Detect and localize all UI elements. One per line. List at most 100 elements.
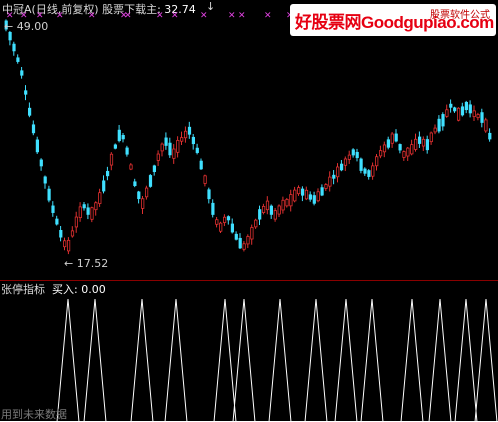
buy-value: 买入: 0.00 bbox=[52, 283, 106, 296]
candle-body-67 bbox=[265, 200, 270, 211]
candle-body-38 bbox=[152, 165, 156, 173]
high-price-value: 49.00 bbox=[16, 20, 49, 33]
signal-marker-icon: ✕ bbox=[56, 11, 64, 21]
candle-body-9 bbox=[39, 159, 43, 167]
high-price-label: ← 49.00 bbox=[4, 20, 49, 33]
candle-body-61 bbox=[242, 243, 246, 250]
low-price-value: 17.52 bbox=[76, 257, 109, 270]
candle-body-28 bbox=[113, 144, 117, 149]
signal-spike-12 bbox=[454, 298, 478, 422]
signal-marker-icon: ✕ bbox=[200, 11, 208, 21]
candle-body-10 bbox=[43, 176, 47, 184]
candle-body-110 bbox=[433, 127, 437, 133]
candle-body-65 bbox=[258, 209, 262, 220]
signal-marker-icon: ✕ bbox=[124, 11, 132, 21]
signal-spike-2 bbox=[130, 298, 154, 422]
candle-body-3 bbox=[16, 57, 20, 62]
candle-body-82 bbox=[324, 184, 328, 189]
candle-body-70 bbox=[277, 205, 281, 215]
candle-body-41 bbox=[164, 137, 168, 146]
candle-body-91 bbox=[359, 158, 363, 171]
candle-body-121 bbox=[476, 114, 480, 119]
candle-body-35 bbox=[141, 198, 145, 209]
candle-body-96 bbox=[378, 150, 383, 157]
price-chart-panel[interactable]: 中冠A(日线,前复权) 股票下载主: 32.74 ↓ ✕ ✕ ✕ ✕ ✕ ✕ ✕ ✕ ✕ ✕ ✕ ✕ ✕… bbox=[0, 0, 498, 280]
candle-body-105 bbox=[414, 138, 418, 150]
candle-body-27 bbox=[109, 153, 114, 166]
signal-marker-icon: ✕ bbox=[228, 11, 236, 21]
candle-body-64 bbox=[254, 219, 258, 228]
watermark-logo: 好股票网Goodgupiao.com 股票软件公式 bbox=[290, 4, 496, 36]
candle-body-119 bbox=[468, 104, 472, 114]
candle-body-32 bbox=[129, 164, 133, 170]
candle-body-95 bbox=[375, 156, 379, 167]
candle-body-123 bbox=[484, 119, 488, 132]
candle-body-89 bbox=[351, 149, 355, 156]
candle-body-69 bbox=[273, 210, 277, 220]
indicator-name: 张停指标 bbox=[1, 283, 45, 296]
candle-body-22 bbox=[90, 207, 94, 220]
candle-body-63 bbox=[250, 227, 254, 240]
watermark-tagline: 股票软件公式 bbox=[430, 10, 490, 21]
indicator-signal-chart[interactable] bbox=[0, 281, 498, 422]
candle-body-30 bbox=[121, 135, 125, 140]
indicator-panel[interactable]: 张停指标 买入: 0.00 用到未来数据 bbox=[0, 281, 498, 422]
candle-body-6 bbox=[27, 107, 32, 116]
candle-body-1 bbox=[8, 31, 12, 41]
candle-body-103 bbox=[406, 147, 410, 157]
candle-body-59 bbox=[234, 233, 238, 240]
candle-body-101 bbox=[398, 144, 402, 151]
signal-spike-1 bbox=[83, 298, 107, 422]
candle-body-53 bbox=[211, 202, 215, 215]
candle-body-86 bbox=[339, 163, 344, 171]
candle-body-90 bbox=[355, 151, 359, 159]
candle-body-15 bbox=[63, 240, 67, 248]
candle-body-113 bbox=[445, 109, 449, 117]
candle-body-77 bbox=[304, 189, 309, 200]
candle-body-51 bbox=[203, 175, 207, 184]
candle-body-13 bbox=[55, 218, 59, 225]
candle-body-97 bbox=[382, 144, 387, 153]
candle-body-23 bbox=[94, 202, 98, 211]
candle-body-124 bbox=[488, 132, 492, 140]
signal-spike-5 bbox=[232, 298, 256, 422]
signal-marker-icon: ✕ bbox=[264, 11, 272, 21]
candle-body-68 bbox=[269, 205, 274, 215]
candle-body-31 bbox=[125, 147, 129, 155]
candle-body-46 bbox=[183, 130, 188, 139]
signal-spike-10 bbox=[400, 298, 424, 422]
candle-body-112 bbox=[441, 114, 445, 127]
candle-body-99 bbox=[390, 133, 394, 144]
candle-body-37 bbox=[148, 175, 153, 187]
candle-body-85 bbox=[336, 166, 340, 178]
candle-body-49 bbox=[195, 147, 199, 153]
candle-body-62 bbox=[246, 236, 250, 245]
candle-body-48 bbox=[191, 136, 195, 145]
candle-body-114 bbox=[449, 103, 453, 108]
candlestick-chart[interactable] bbox=[0, 0, 498, 280]
signal-marker-row: ✕✕✕✕✕✕✕✕✕✕✕✕✕✕ bbox=[6, 11, 306, 21]
candle-body-54 bbox=[215, 219, 219, 225]
candle-body-116 bbox=[456, 107, 461, 121]
signal-spike-8 bbox=[334, 298, 358, 422]
candle-body-34 bbox=[137, 191, 141, 200]
candle-body-40 bbox=[160, 143, 164, 152]
future-data-note: 用到未来数据 bbox=[1, 408, 67, 421]
candle-body-76 bbox=[300, 188, 305, 196]
candle-body-58 bbox=[230, 223, 234, 233]
candle-body-33 bbox=[133, 181, 137, 187]
candle-body-118 bbox=[464, 101, 469, 111]
candle-body-14 bbox=[59, 229, 63, 238]
candle-body-18 bbox=[74, 216, 78, 228]
candle-body-8 bbox=[35, 139, 40, 153]
candle-body-17 bbox=[70, 230, 75, 237]
candle-body-24 bbox=[98, 192, 102, 204]
candle-body-55 bbox=[219, 222, 223, 232]
signal-spike-9 bbox=[360, 298, 384, 422]
candle-body-115 bbox=[453, 107, 457, 112]
candle-body-50 bbox=[199, 160, 203, 170]
candle-body-36 bbox=[144, 187, 149, 198]
candle-body-52 bbox=[207, 189, 211, 200]
candle-body-45 bbox=[180, 137, 184, 142]
candle-body-39 bbox=[156, 153, 160, 161]
